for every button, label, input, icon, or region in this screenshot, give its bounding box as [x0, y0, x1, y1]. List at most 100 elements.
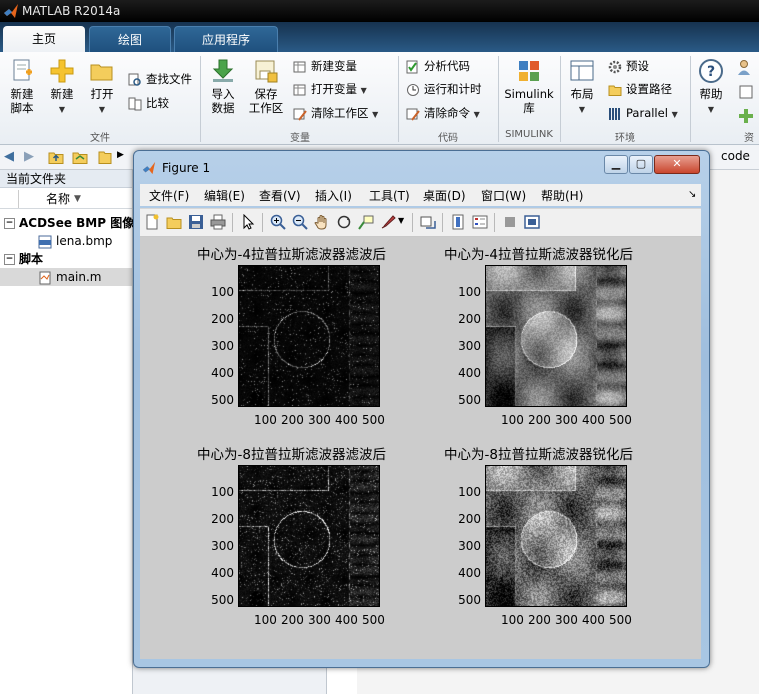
list-item[interactable]: main.m — [38, 268, 102, 286]
x-tick-label: 100 — [254, 613, 277, 627]
add-ons-icon[interactable] — [738, 107, 756, 125]
browse-folder-icon[interactable] — [72, 149, 88, 165]
community-icon[interactable] — [736, 58, 756, 78]
dock-arrow-icon[interactable]: ↘ — [688, 189, 696, 200]
new-button[interactable]: 新建 ▼ — [46, 58, 78, 117]
pointer-icon[interactable] — [240, 214, 256, 230]
list-item[interactable]: lena.bmp — [38, 232, 112, 250]
help-icon: ? — [699, 59, 723, 83]
x-tick-label: 500 — [362, 613, 385, 627]
import-data-button[interactable]: 导入 数据 — [206, 58, 240, 115]
group-bmp-images[interactable]: − ACDSee BMP 图像 — [4, 214, 134, 232]
y-tick-label: 200 — [458, 512, 481, 526]
environment-group-label: 环境 — [615, 133, 635, 144]
x-tick-label: 300 — [555, 413, 578, 427]
chevron-down-icon[interactable]: ▼ — [398, 216, 404, 225]
open-variable-button[interactable]: 打开变量 ▼ — [293, 80, 367, 98]
resources-group-label: 资 — [744, 133, 754, 144]
import-data-icon — [212, 59, 234, 82]
menu-file[interactable]: 文件(F) — [149, 187, 189, 204]
request-support-icon[interactable] — [738, 83, 756, 101]
subplot-title: 中心为-8拉普拉斯滤波器锐化后 — [444, 447, 633, 463]
find-files-button[interactable]: 查找文件 — [128, 70, 192, 88]
ribbon: 新建 脚本 新建 ▼ 打开 ▼ 查找文件 比较 文件 导入 数据 保存 工作区 — [0, 52, 759, 145]
sharpened-image-center-minus4[interactable] — [485, 265, 627, 407]
open-variable-label: 打开变量 — [311, 82, 357, 96]
data-cursor-icon[interactable] — [358, 214, 374, 230]
parallel-button[interactable]: Parallel ▼ — [608, 104, 678, 122]
collapse-icon[interactable]: − — [4, 254, 15, 265]
hide-plot-tools-icon[interactable] — [502, 214, 518, 230]
filtered-image-center-minus8[interactable] — [238, 465, 380, 607]
new-script-button[interactable]: 新建 脚本 — [4, 58, 40, 115]
back-icon[interactable]: ◀ — [4, 149, 14, 164]
sharpened-image-center-minus8[interactable] — [485, 465, 627, 607]
open-file-icon[interactable] — [166, 214, 182, 230]
group-scripts[interactable]: − 脚本 — [4, 250, 43, 268]
figure-window[interactable]: Figure 1 ▁ ▢ ✕ 文件(F) 编辑(E) 查看(V) 插入(I) 工… — [133, 150, 710, 668]
colorbar-icon[interactable] — [450, 214, 466, 230]
x-tick-label: 300 — [555, 613, 578, 627]
clear-commands-icon — [406, 108, 420, 121]
menu-insert[interactable]: 插入(I) — [315, 187, 352, 204]
panel-background — [708, 170, 759, 680]
clear-workspace-button[interactable]: 清除工作区 ▼ — [293, 104, 378, 122]
group-label: 脚本 — [19, 252, 44, 266]
analyze-code-button[interactable]: 分析代码 — [406, 57, 470, 75]
open-button[interactable]: 打开 ▼ — [86, 58, 118, 117]
close-button[interactable]: ✕ — [654, 155, 700, 174]
pan-hand-icon[interactable] — [314, 214, 330, 230]
zoom-out-icon[interactable] — [292, 214, 308, 230]
menu-help[interactable]: 帮助(H) — [541, 187, 583, 204]
breadcrumb-current-folder[interactable]: code — [721, 149, 750, 163]
maximize-button[interactable]: ▢ — [629, 155, 653, 174]
preferences-button[interactable]: 预设 — [608, 57, 649, 75]
save-icon[interactable] — [188, 214, 204, 230]
clear-commands-button[interactable]: 清除命令 ▼ — [406, 104, 480, 122]
run-and-time-button[interactable]: 运行和计时 — [406, 80, 482, 98]
menu-view[interactable]: 查看(V) — [259, 187, 301, 204]
zoom-in-icon[interactable] — [270, 214, 286, 230]
help-button[interactable]: ? 帮助 ▼ — [694, 58, 728, 117]
up-folder-icon[interactable] — [48, 149, 64, 165]
set-path-button[interactable]: 设置路径 — [608, 80, 672, 98]
layout-button[interactable]: 布局 ▼ — [564, 58, 600, 117]
y-tick-label: 100 — [458, 285, 481, 299]
print-icon[interactable] — [210, 214, 226, 230]
tab-plots[interactable]: 绘图 — [89, 26, 171, 53]
filtered-image-center-minus4[interactable] — [238, 265, 380, 407]
column-divider — [18, 190, 19, 208]
legend-icon[interactable] — [472, 214, 488, 230]
forward-icon[interactable]: ▶ — [24, 149, 34, 164]
y-tick-label: 100 — [211, 485, 234, 499]
breadcrumb-separator-icon: ▶ — [117, 150, 124, 160]
x-tick-label: 500 — [609, 613, 632, 627]
open-variable-icon — [293, 84, 306, 95]
chevron-down-icon: ▼ — [98, 105, 106, 114]
menu-window[interactable]: 窗口(W) — [481, 187, 526, 204]
compare-button[interactable]: 比较 — [128, 94, 169, 112]
x-tick-label: 100 — [501, 413, 524, 427]
y-tick-label: 300 — [211, 339, 234, 353]
menu-edit[interactable]: 编辑(E) — [204, 187, 245, 204]
show-plot-tools-icon[interactable] — [524, 214, 540, 230]
clear-commands-label: 清除命令 — [424, 106, 470, 120]
y-tick-label: 500 — [458, 393, 481, 407]
link-plot-icon[interactable] — [420, 214, 436, 230]
new-variable-button[interactable]: 新建变量 — [293, 57, 357, 75]
name-column-header[interactable]: 名称 ▼ — [0, 190, 132, 209]
rotate-3d-icon[interactable] — [336, 214, 352, 230]
menu-tools[interactable]: 工具(T) — [369, 187, 410, 204]
simulink-library-button[interactable]: Simulink 库 — [502, 58, 556, 115]
new-figure-icon[interactable] — [144, 214, 160, 230]
status-area — [326, 668, 759, 694]
tab-home[interactable]: 主页 — [3, 26, 85, 52]
minimize-button[interactable]: ▁ — [604, 155, 628, 174]
y-tick-label: 200 — [211, 312, 234, 326]
menu-desktop[interactable]: 桌面(D) — [423, 187, 466, 204]
collapse-icon[interactable]: − — [4, 218, 15, 229]
save-workspace-button[interactable]: 保存 工作区 — [246, 58, 286, 115]
tab-apps[interactable]: 应用程序 — [174, 26, 278, 53]
compare-label: 比较 — [146, 96, 169, 110]
brush-icon[interactable] — [380, 214, 396, 230]
